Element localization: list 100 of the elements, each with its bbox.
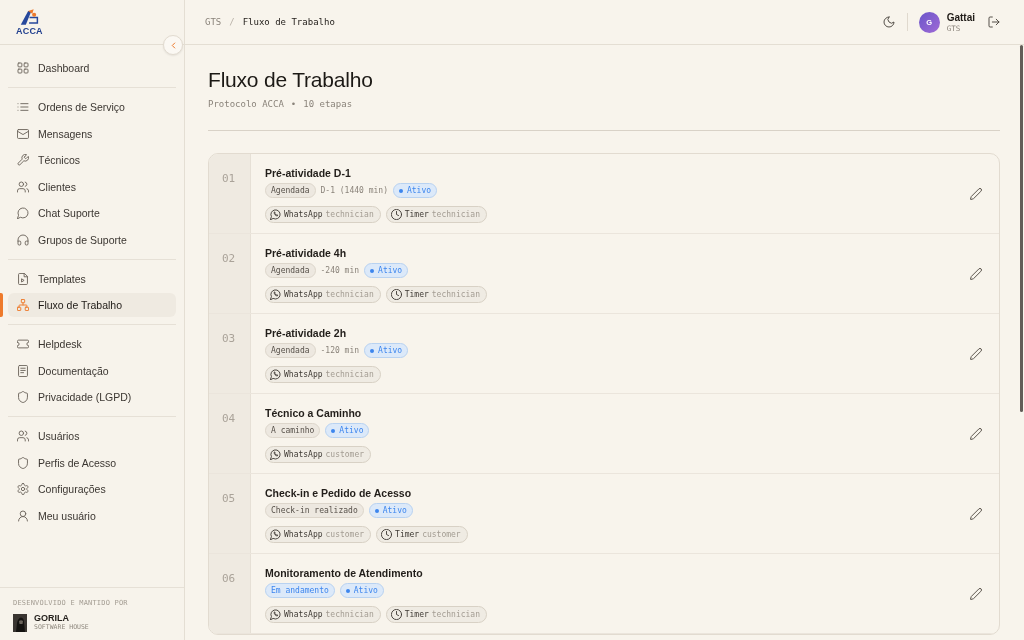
pencil-icon bbox=[970, 427, 982, 440]
clock-icon bbox=[390, 609, 402, 620]
pencil-icon bbox=[970, 587, 982, 600]
company-logo-icon bbox=[13, 613, 27, 632]
nav-item[interactable]: Privacidade (LGPD) bbox=[8, 385, 176, 409]
status-dot-icon bbox=[345, 588, 350, 593]
clock-icon bbox=[390, 209, 402, 220]
action-target: technician bbox=[431, 610, 480, 619]
action-target: technician bbox=[431, 290, 480, 299]
status-text: Ativo bbox=[382, 506, 407, 515]
clock-icon bbox=[390, 289, 402, 300]
action-label: Timer bbox=[404, 210, 429, 219]
offset-text: -120 min bbox=[320, 346, 360, 355]
shield-icon bbox=[17, 391, 29, 403]
document-icon bbox=[17, 364, 29, 377]
status-dot-icon bbox=[370, 268, 375, 273]
action-label: WhatsApp bbox=[284, 370, 323, 379]
trigger-tag: Agendada bbox=[265, 183, 316, 198]
list-icon bbox=[17, 101, 29, 113]
breadcrumb-link[interactable]: GTS bbox=[205, 17, 222, 27]
nav-item[interactable]: Documentação bbox=[8, 358, 176, 383]
step-number: 04 bbox=[222, 412, 236, 426]
breadcrumb-separator: / bbox=[229, 17, 235, 27]
action-label: WhatsApp bbox=[284, 530, 323, 539]
users-icon bbox=[17, 430, 29, 442]
nav-item[interactable]: Helpdesk bbox=[8, 332, 176, 356]
chat-bubble-icon bbox=[17, 207, 29, 219]
step-title: Pré-atividade 2h bbox=[265, 326, 348, 340]
shield-icon bbox=[17, 456, 29, 469]
meta-separator: • bbox=[290, 98, 297, 111]
phone-bubble-icon bbox=[270, 449, 281, 460]
step-title: Monitoramento de Atendimento bbox=[265, 566, 424, 580]
logout-button[interactable] bbox=[988, 16, 1000, 28]
status-dot-icon bbox=[398, 188, 403, 193]
action-label: Timer bbox=[395, 530, 420, 539]
nav-item[interactable]: Fluxo de Trabalho bbox=[8, 293, 176, 317]
step-number: 06 bbox=[222, 572, 236, 586]
page-title: Fluxo de Trabalho bbox=[208, 67, 374, 93]
nav-item[interactable]: Clientes bbox=[8, 174, 176, 199]
status-text: Ativo bbox=[378, 346, 403, 355]
nav-item[interactable]: Grupos de Suporte bbox=[8, 227, 176, 252]
step-title: Pré-atividade 4h bbox=[265, 246, 348, 260]
pencil-icon bbox=[970, 187, 982, 200]
trigger-tag: Em andamento bbox=[265, 583, 335, 598]
action-target: technician bbox=[325, 610, 374, 619]
nav-item[interactable]: Ordens de Serviço bbox=[8, 95, 176, 119]
step-title: Técnico a Caminho bbox=[265, 406, 363, 420]
theme-toggle-button[interactable] bbox=[882, 16, 895, 28]
user-name: Gattai bbox=[946, 11, 975, 24]
nav-item[interactable]: Templates bbox=[8, 266, 176, 291]
phone-bubble-icon bbox=[270, 609, 281, 620]
headphones-icon bbox=[17, 233, 29, 246]
action-target: technician bbox=[325, 290, 374, 299]
pencil-icon bbox=[970, 347, 982, 360]
settings-icon bbox=[17, 483, 29, 495]
scrollbar-thumb[interactable] bbox=[1020, 45, 1023, 412]
status-dot-icon bbox=[374, 508, 379, 513]
company-name: GORILA bbox=[34, 613, 70, 623]
action-label: WhatsApp bbox=[284, 610, 323, 619]
ticket-icon bbox=[17, 338, 29, 350]
trigger-tag: Agendada bbox=[265, 263, 316, 278]
step-title: Check-in e Pedido de Acesso bbox=[265, 486, 413, 500]
action-label: WhatsApp bbox=[284, 210, 323, 219]
step-number: 02 bbox=[222, 252, 236, 266]
status-dot-icon bbox=[331, 428, 336, 433]
action-label: WhatsApp bbox=[284, 450, 323, 459]
nav-item[interactable]: Técnicos bbox=[8, 148, 176, 172]
nav-item[interactable]: Usuários bbox=[8, 424, 176, 448]
step-title: Pré-atividade D-1 bbox=[265, 166, 352, 180]
action-target: technician bbox=[431, 210, 480, 219]
pencil-icon bbox=[970, 267, 982, 280]
step-number: 01 bbox=[222, 172, 236, 186]
phone-bubble-icon bbox=[270, 209, 281, 220]
offset-text: D-1 (1440 min) bbox=[320, 186, 388, 195]
clock-icon bbox=[381, 529, 393, 540]
trigger-tag: Check-in realizado bbox=[265, 503, 364, 518]
file-icon bbox=[17, 272, 29, 285]
nav-item[interactable]: Mensagens bbox=[8, 121, 176, 146]
action-target: technician bbox=[325, 210, 374, 219]
logout-icon bbox=[988, 16, 1000, 28]
wrench-icon bbox=[17, 154, 29, 166]
nav-item[interactable]: Chat Suporte bbox=[8, 201, 176, 225]
action-label: WhatsApp bbox=[284, 290, 323, 299]
breadcrumb-current: Fluxo de Trabalho bbox=[242, 17, 335, 27]
trigger-tag: A caminho bbox=[265, 423, 321, 438]
phone-bubble-icon bbox=[270, 529, 281, 540]
phone-bubble-icon bbox=[270, 369, 281, 380]
moon-icon bbox=[882, 16, 895, 28]
page-meta: 10 etapas bbox=[303, 98, 353, 111]
pencil-icon bbox=[970, 507, 982, 520]
status-text: Ativo bbox=[339, 426, 364, 435]
nav-item[interactable]: Dashboard bbox=[8, 56, 176, 80]
action-label: Timer bbox=[404, 290, 429, 299]
nav-item[interactable]: Meu usuário bbox=[8, 503, 176, 528]
nav-item[interactable]: Configurações bbox=[8, 477, 176, 501]
action-target: customer bbox=[325, 530, 365, 539]
nav-item[interactable]: Perfis de Acesso bbox=[8, 450, 176, 475]
action-target: customer bbox=[325, 450, 365, 459]
grid-icon bbox=[17, 62, 29, 74]
user-icon bbox=[17, 509, 29, 522]
